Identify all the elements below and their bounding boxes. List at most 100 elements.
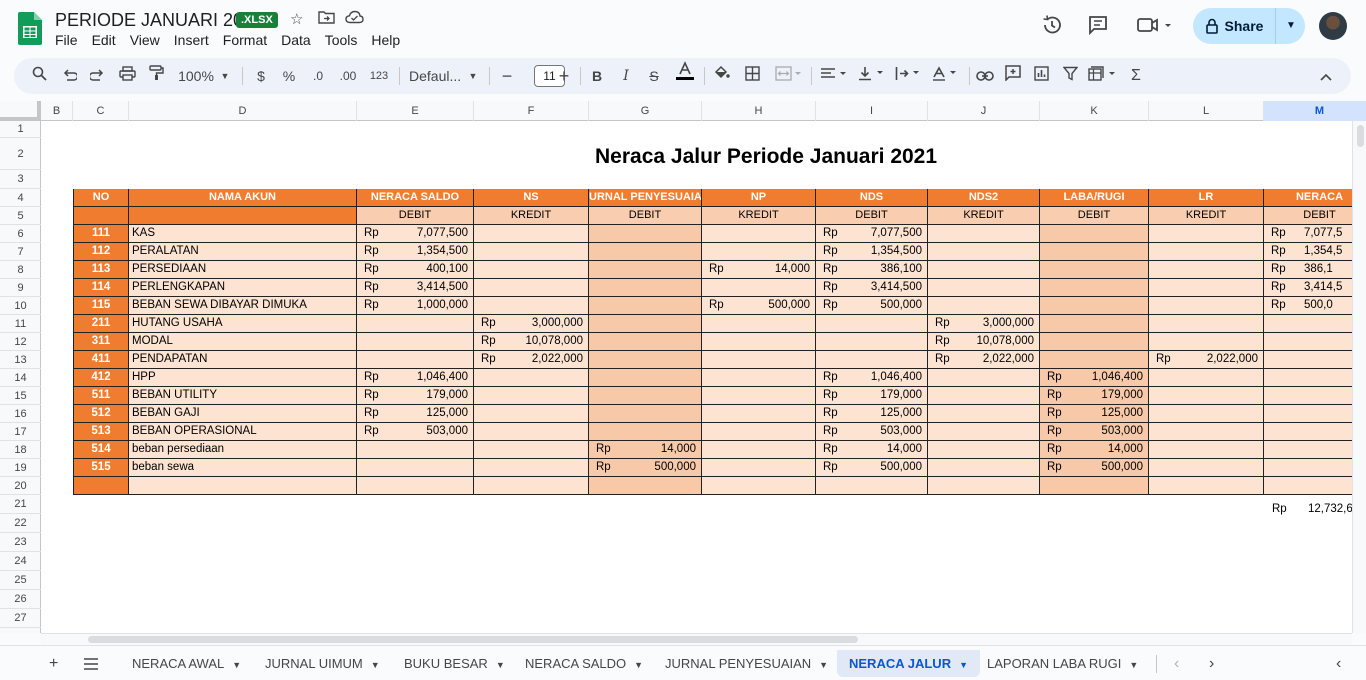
tab-chevron-down-icon[interactable]: ▼ xyxy=(634,660,643,670)
amount-cell[interactable] xyxy=(589,387,702,405)
subheader-7[interactable]: KREDIT xyxy=(928,207,1040,225)
insert-link-icon[interactable] xyxy=(975,58,995,94)
decrease-font-size-icon[interactable]: − xyxy=(500,58,514,94)
header-4[interactable]: URNAL PENYESUAIA xyxy=(589,189,702,207)
amount-cell[interactable] xyxy=(1040,333,1149,351)
header-3[interactable]: NS xyxy=(474,189,589,207)
share-button[interactable]: Share ▼ xyxy=(1193,8,1305,44)
account-number[interactable]: 115 xyxy=(73,297,129,315)
sheet-tab-neraca-jalur[interactable]: NERACA JALUR ▼ xyxy=(837,650,980,677)
filter-views-icon[interactable] xyxy=(1087,58,1119,94)
amount-cell[interactable] xyxy=(928,405,1040,423)
amount-cell[interactable] xyxy=(928,423,1040,441)
undo-icon[interactable] xyxy=(60,58,78,94)
amount-cell[interactable]: Rp 3,000,000 xyxy=(474,315,589,333)
amount-cell[interactable]: Rp 1,354,500 xyxy=(816,243,928,261)
row-header-3[interactable]: 3 xyxy=(0,170,41,189)
row-header-6[interactable]: 6 xyxy=(0,225,41,243)
header-5[interactable]: NP xyxy=(702,189,816,207)
amount-cell[interactable]: Rp 125,000 xyxy=(816,405,928,423)
column-header-e[interactable]: E xyxy=(357,101,474,121)
column-header-h[interactable]: H xyxy=(702,101,816,121)
amount-cell[interactable] xyxy=(1149,441,1264,459)
amount-cell[interactable] xyxy=(702,459,816,477)
column-header-j[interactable]: J xyxy=(928,101,1040,121)
account-number[interactable]: 311 xyxy=(73,333,129,351)
column-header-d[interactable]: D xyxy=(129,101,357,121)
subheader-2[interactable]: DEBIT xyxy=(357,207,474,225)
share-main[interactable]: Share xyxy=(1193,8,1276,44)
amount-cell[interactable] xyxy=(1149,225,1264,243)
meet-icon[interactable] xyxy=(1135,14,1175,40)
row-header-19[interactable]: 19 xyxy=(0,459,41,477)
amount-cell[interactable] xyxy=(474,387,589,405)
amount-cell[interactable] xyxy=(1264,333,1366,351)
account-name[interactable]: BEBAN GAJI xyxy=(129,405,357,423)
amount-cell[interactable] xyxy=(1149,459,1264,477)
amount-cell[interactable] xyxy=(589,405,702,423)
subheader-3[interactable]: KREDIT xyxy=(474,207,589,225)
column-header-l[interactable]: L xyxy=(1149,101,1264,121)
amount-cell[interactable] xyxy=(474,423,589,441)
amount-cell[interactable]: Rp 7,077,500 xyxy=(816,225,928,243)
font-family-select[interactable]: Defaul... xyxy=(409,58,465,94)
amount-cell[interactable]: Rp 179,000 xyxy=(1040,387,1149,405)
row-header-12[interactable]: 12 xyxy=(0,333,41,351)
all-sheets-icon[interactable] xyxy=(84,650,98,677)
tab-chevron-down-icon[interactable]: ▼ xyxy=(371,660,380,670)
text-wrapping-icon[interactable] xyxy=(894,58,924,94)
insert-comment-icon[interactable] xyxy=(1004,58,1022,94)
amount-cell[interactable] xyxy=(928,477,1040,495)
account-name[interactable]: BEBAN OPERASIONAL xyxy=(129,423,357,441)
amount-cell[interactable] xyxy=(702,351,816,369)
amount-cell[interactable] xyxy=(1040,243,1149,261)
subheader-5[interactable]: KREDIT xyxy=(702,207,816,225)
amount-cell[interactable]: Rp 386,100 xyxy=(816,261,928,279)
amount-cell[interactable] xyxy=(1264,315,1366,333)
tab-chevron-down-icon[interactable]: ▼ xyxy=(1129,660,1138,670)
row-header-11[interactable]: 11 xyxy=(0,315,41,333)
account-number[interactable]: 412 xyxy=(73,369,129,387)
star-icon[interactable]: ☆ xyxy=(290,10,303,28)
amount-cell[interactable] xyxy=(474,297,589,315)
amount-cell[interactable]: Rp 500,000 xyxy=(816,297,928,315)
account-number[interactable]: 211 xyxy=(73,315,129,333)
amount-cell[interactable] xyxy=(928,279,1040,297)
account-number[interactable]: 111 xyxy=(73,225,129,243)
column-header-f[interactable]: F xyxy=(474,101,589,121)
amount-cell[interactable] xyxy=(1040,279,1149,297)
account-number[interactable]: 512 xyxy=(73,405,129,423)
document-title[interactable]: PERIODE JANUARI 2021 xyxy=(55,10,263,31)
amount-cell[interactable] xyxy=(702,441,816,459)
amount-cell[interactable]: Rp 2,022,000 xyxy=(474,351,589,369)
amount-cell[interactable] xyxy=(1264,369,1366,387)
amount-cell[interactable] xyxy=(816,315,928,333)
account-number[interactable]: 114 xyxy=(73,279,129,297)
amount-cell[interactable] xyxy=(1264,423,1366,441)
header-7[interactable]: NDS2 xyxy=(928,189,1040,207)
amount-cell[interactable]: Rp 10,078,000 xyxy=(928,333,1040,351)
amount-cell[interactable] xyxy=(1149,333,1264,351)
amount-cell[interactable] xyxy=(928,441,1040,459)
italic-icon[interactable]: I xyxy=(619,58,633,94)
amount-cell[interactable]: Rp 125,000 xyxy=(357,405,474,423)
menu-format[interactable]: Format xyxy=(223,32,267,48)
column-header-c[interactable]: C xyxy=(73,101,129,121)
fill-color-icon[interactable] xyxy=(713,58,731,94)
borders-icon[interactable] xyxy=(743,58,761,94)
amount-cell[interactable] xyxy=(702,387,816,405)
amount-cell[interactable] xyxy=(928,459,1040,477)
amount-cell[interactable] xyxy=(474,477,589,495)
row-header-15[interactable]: 15 xyxy=(0,387,41,405)
share-dropdown-chevron-icon[interactable]: ▼ xyxy=(1277,8,1305,44)
amount-cell[interactable]: Rp 10,078,000 xyxy=(474,333,589,351)
subheader-name[interactable] xyxy=(129,207,357,225)
amount-cell[interactable] xyxy=(1040,225,1149,243)
amount-cell[interactable] xyxy=(1149,315,1264,333)
tab-chevron-down-icon[interactable]: ▼ xyxy=(232,660,241,670)
menu-tools[interactable]: Tools xyxy=(325,32,358,48)
collapse-toolbar-icon[interactable] xyxy=(1316,58,1336,94)
amount-cell[interactable]: Rp 3,414,500 xyxy=(816,279,928,297)
column-header-k[interactable]: K xyxy=(1040,101,1149,121)
amount-cell[interactable] xyxy=(474,243,589,261)
